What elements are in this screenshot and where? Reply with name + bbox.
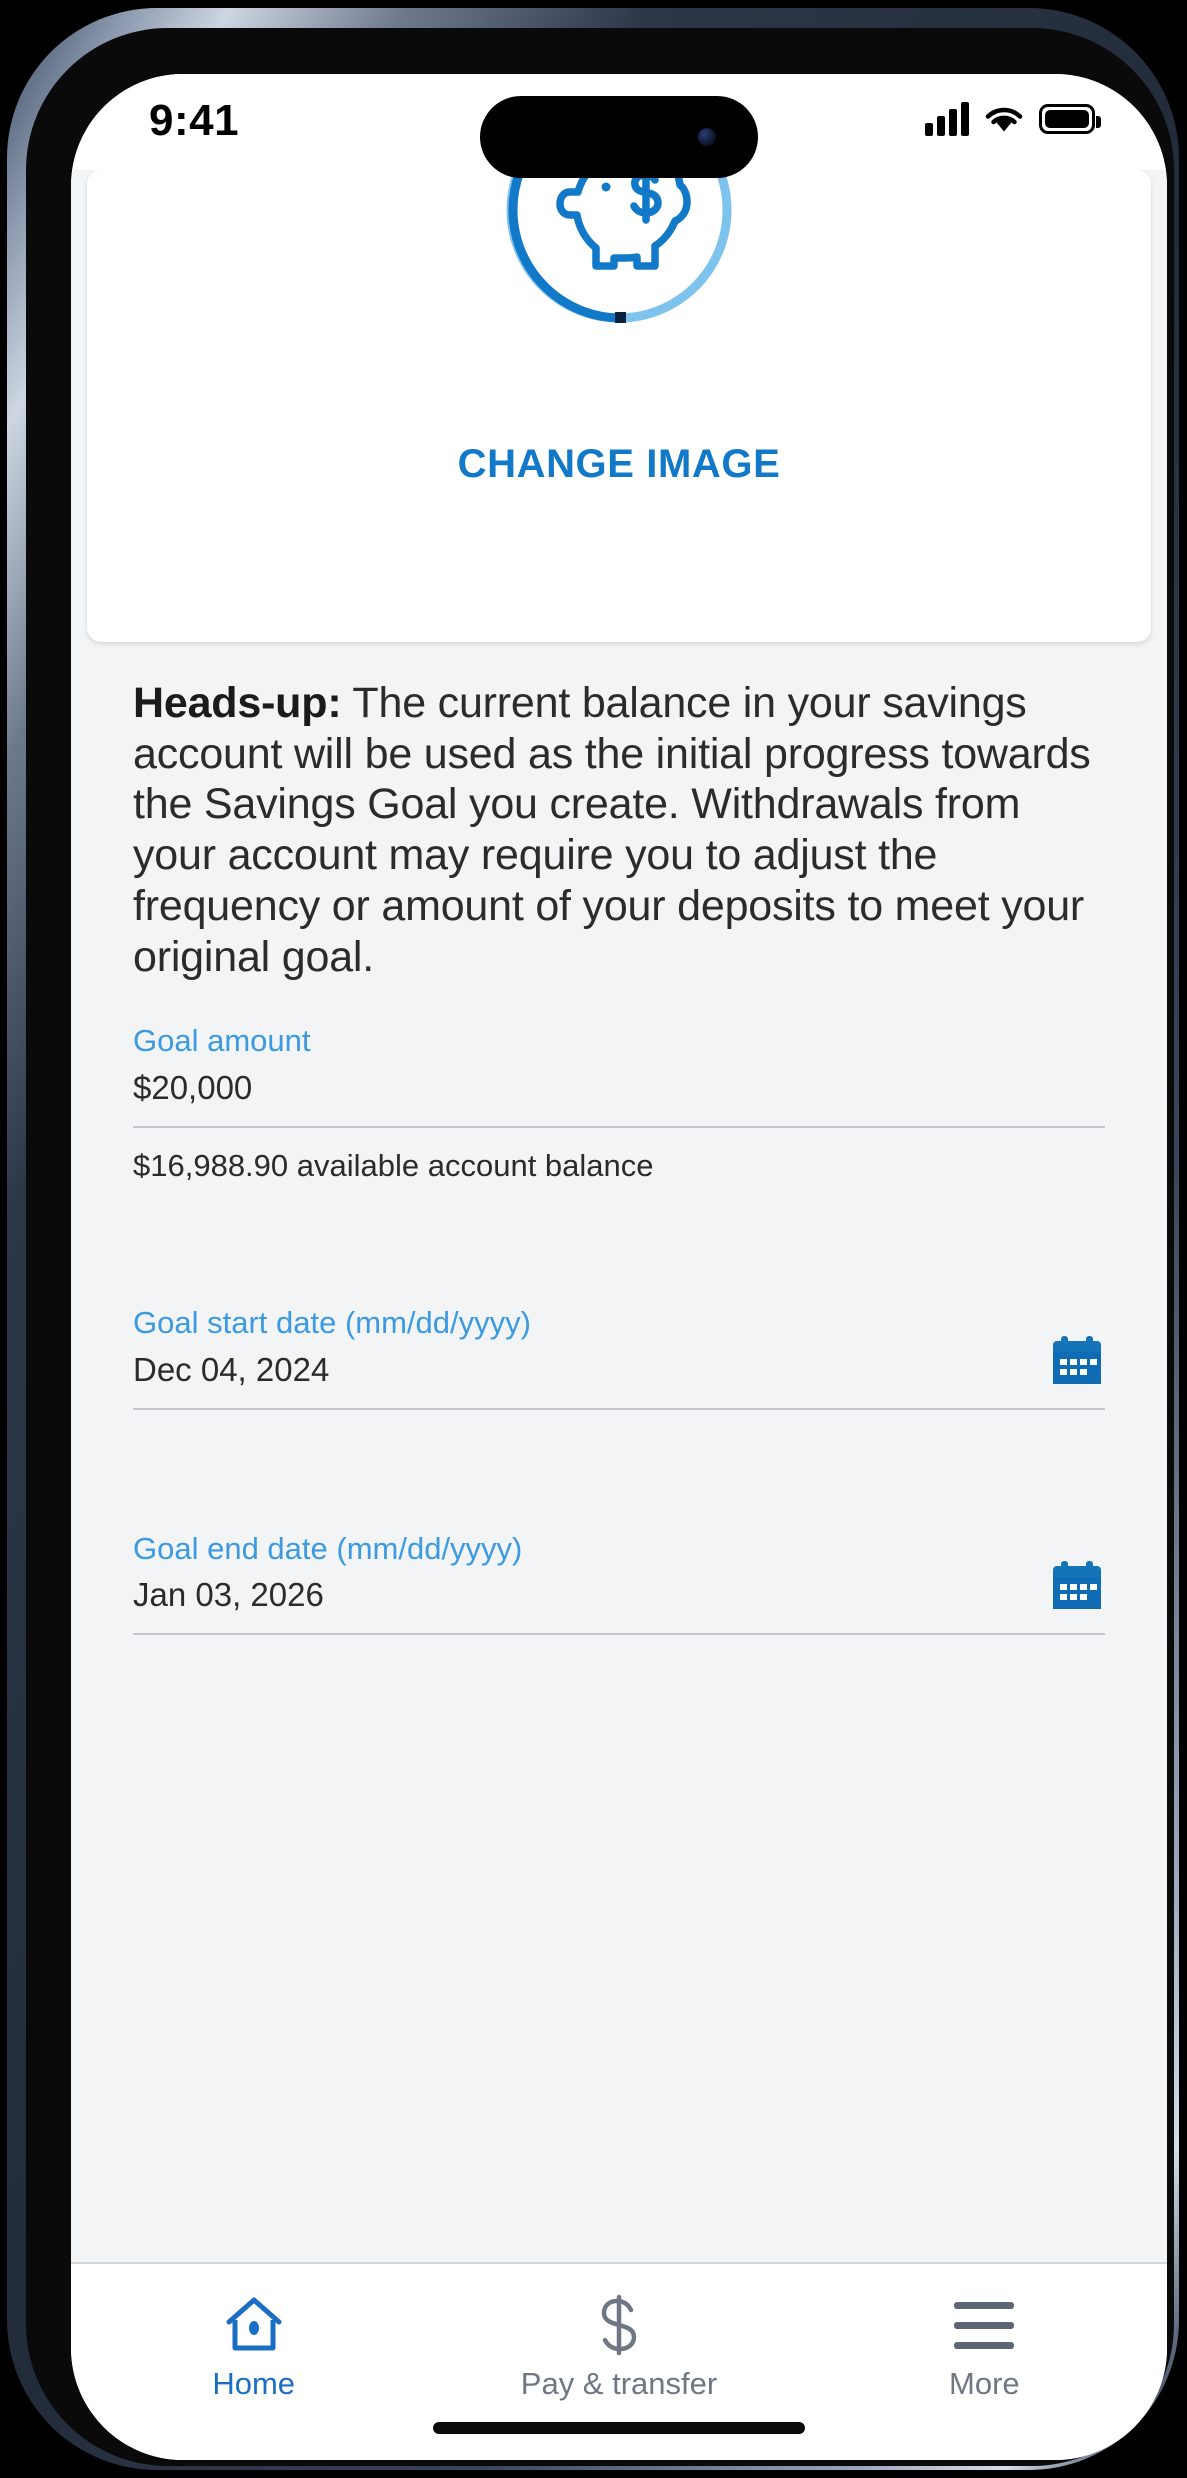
phone-screen: 9:41 CHANGE IMAGE Heads-up: The current … [71, 74, 1167, 2460]
goal-image-card: CHANGE IMAGE [87, 170, 1151, 642]
page-content[interactable]: CHANGE IMAGE Heads-up: The current balan… [71, 170, 1167, 2262]
goal-end-date-label: Goal end date (mm/dd/yyyy) [133, 1530, 523, 1566]
available-balance-helper: $16,988.90 available account balance [133, 1148, 654, 1184]
goal-start-date-label: Goal start date (mm/dd/yyyy) [133, 1305, 531, 1341]
status-indicators [925, 102, 1101, 136]
piggy-bank-icon [506, 170, 732, 323]
home-indicator[interactable] [433, 2422, 805, 2434]
status-time: 9:41 [149, 96, 240, 145]
goal-progress-ring [494, 170, 744, 335]
dynamic-island [480, 96, 758, 178]
form-spacer [133, 1410, 1105, 1490]
home-icon [221, 2292, 287, 2358]
goal-end-date-field[interactable]: Goal end date (mm/dd/yyyy) Jan 03, 2026 [133, 1530, 1105, 1636]
goal-amount-value[interactable]: $20,000 [133, 1067, 1105, 1110]
phone-bezel: 9:41 CHANGE IMAGE Heads-up: The current … [26, 28, 1174, 2466]
tab-pay-transfer-label: Pay & transfer [520, 2366, 718, 2401]
goal-amount-field[interactable]: Goal amount $20,000 $16,988.90 available… [133, 1022, 1105, 1184]
form-spacer [133, 1184, 1105, 1264]
dollar-sign-icon [591, 2292, 647, 2358]
change-image-button[interactable]: CHANGE IMAGE [87, 442, 1151, 487]
headsup-notice: Heads-up: The current balance in your sa… [133, 678, 1105, 982]
savings-goal-form: Heads-up: The current balance in your sa… [71, 678, 1167, 1636]
wifi-icon [985, 107, 1023, 132]
goal-start-date-field[interactable]: Goal start date (mm/dd/yyyy) Dec 04, 202… [133, 1304, 1105, 1410]
headsup-label: Heads-up: [133, 679, 342, 727]
tab-home[interactable]: Home [71, 2264, 436, 2402]
tab-more[interactable]: More [802, 2264, 1167, 2402]
calendar-icon[interactable] [1051, 1335, 1103, 1386]
field-divider [133, 1633, 1105, 1636]
calendar-icon[interactable] [1051, 1561, 1103, 1611]
goal-end-date-value[interactable]: Jan 03, 2026 [133, 1574, 1105, 1617]
screenshot-root: 9:41 CHANGE IMAGE Heads-up: The current … [0, 0, 1187, 2478]
cellular-bars-icon [925, 102, 969, 136]
phone-body: 9:41 CHANGE IMAGE Heads-up: The current … [7, 8, 1179, 2470]
battery-full-icon [1039, 104, 1101, 134]
field-divider [133, 1407, 1105, 1410]
tab-pay-transfer[interactable]: Pay & transfer [436, 2264, 801, 2402]
goal-amount-label: Goal amount [133, 1023, 311, 1059]
hamburger-menu-icon [954, 2292, 1015, 2358]
tab-more-label: More [949, 2366, 1020, 2401]
tab-home-label: Home [212, 2366, 296, 2401]
field-divider [133, 1126, 1105, 1129]
front-camera-icon [698, 128, 716, 146]
goal-start-date-value[interactable]: Dec 04, 2024 [133, 1349, 1105, 1392]
